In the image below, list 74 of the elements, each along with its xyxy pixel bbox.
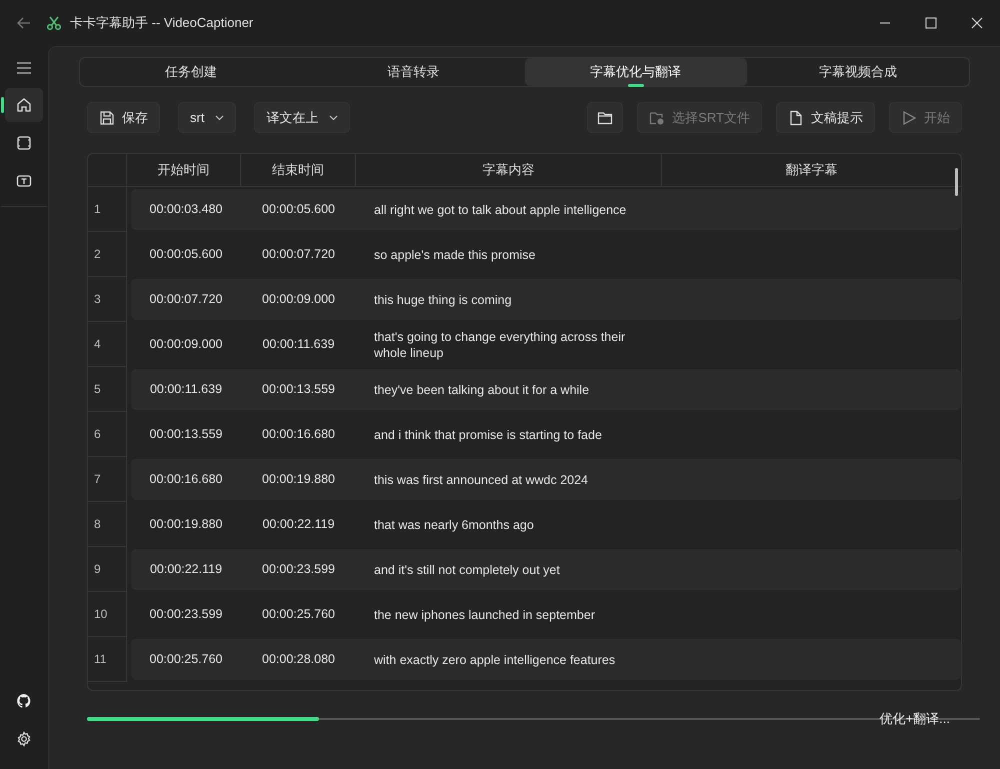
table-cell-text: 00:00:09.000 (262, 291, 335, 308)
folder-button[interactable] (587, 102, 624, 133)
column-header[interactable]: 字幕内容 (356, 154, 662, 186)
table-cell: and i think that promise is starting to fade (374, 426, 602, 442)
table-cell-text: 00:00:22.119 (262, 516, 335, 534)
table-cell-text: 00:00:13.559 (262, 381, 335, 398)
back-icon[interactable] (16, 15, 32, 31)
row-number: 10 (94, 606, 108, 623)
text-icon (16, 173, 32, 189)
table-cell-text: 00:00:16.680 (262, 426, 335, 444)
table-cell-text: 00:00:23.599 (262, 561, 335, 578)
scissors-icon (46, 15, 62, 31)
table-cell-text: 00:00:11.639 (150, 381, 222, 398)
table-cell: and it's still not completely out yet (374, 562, 560, 578)
dropdown[interactable]: 译文在上 (254, 102, 350, 133)
table-cell-text: 00:00:09.000 (150, 336, 222, 354)
settings-icon (16, 731, 32, 747)
save-icon (99, 110, 115, 126)
row-number: 9 (94, 561, 101, 578)
table-cell-text: 00:00:07.720 (262, 246, 335, 264)
table-cell-text: 00:00:19.880 (262, 471, 335, 488)
folder-icon (597, 110, 614, 126)
row-number: 1 (94, 201, 101, 218)
row-number: 7 (94, 471, 101, 488)
table-cell-text: 00:00:22.119 (150, 561, 222, 578)
column-header[interactable]: 结束时间 (241, 154, 356, 186)
tab[interactable]: 字幕优化与翻译 (524, 58, 747, 86)
chevron-icon (329, 114, 338, 120)
table-cell-text: 00:00:19.880 (150, 516, 222, 534)
row-number: 3 (94, 291, 101, 308)
table-cell-text: 00:00:25.760 (262, 606, 335, 624)
table-cell-text: 00:00:13.559 (150, 426, 222, 444)
table-cell: this huge thing is coming (374, 292, 512, 308)
table-cell-text: 00:00:05.600 (262, 201, 335, 218)
table-cell-text: 00:00:03.480 (150, 201, 222, 218)
table-cell-text: 00:00:05.600 (150, 246, 222, 264)
scrollbar-thumb[interactable] (955, 168, 958, 196)
table-cell: so apple's made this promise (374, 246, 536, 262)
column-header[interactable]: 开始时间 (127, 154, 241, 186)
table-cell: all right we got to talk about apple intelligence (374, 202, 626, 218)
table-cell-text: 00:00:23.599 (150, 606, 222, 624)
row-number: 4 (94, 336, 101, 353)
table-cell: this was first announced at wwdc 2024 (374, 472, 588, 488)
home-icon (16, 97, 32, 113)
tab[interactable]: 语音转录 (302, 58, 524, 86)
window-title: 卡卡字幕助手 -- VideoCaptioner (70, 14, 254, 32)
table-cell-text: that's going to change everything across their whole lineup (374, 328, 626, 360)
table-cell: that was nearly 6months ago (374, 516, 534, 532)
dropdown[interactable]: srt (178, 102, 236, 133)
table-cell: they've been talking about it for a while (374, 382, 590, 398)
row-number: 5 (94, 381, 101, 398)
folder-add-icon (649, 110, 666, 126)
film-icon (16, 135, 32, 151)
table-cell-text: 00:00:28.080 (262, 651, 335, 668)
github-icon (16, 693, 32, 709)
play-icon (901, 110, 917, 126)
table-cell: with exactly zero apple intelligence features (374, 652, 616, 668)
table-cell-text: 00:00:07.720 (150, 291, 222, 308)
row-number: 11 (94, 651, 106, 668)
row-number: 2 (94, 246, 101, 263)
row-number: 8 (94, 516, 101, 533)
table-cell-text: 00:00:25.760 (150, 651, 222, 668)
table-cell: the new iphones launched in september (374, 606, 595, 622)
chevron-icon (215, 114, 224, 120)
table-cell-text: 00:00:11.639 (262, 336, 335, 354)
tab[interactable]: 任务创建 (80, 58, 302, 86)
document-icon (788, 110, 804, 126)
save-button[interactable]: 保存 (87, 102, 160, 133)
column-header[interactable]: 翻译字幕 (662, 154, 961, 186)
doc-button[interactable]: 文稿提示 (776, 102, 875, 133)
status-text: 优化+翻译... (880, 710, 950, 728)
row-number: 6 (94, 426, 101, 443)
table-cell-text: 00:00:16.680 (150, 471, 222, 488)
tab[interactable]: 字幕视频合成 (746, 58, 969, 86)
